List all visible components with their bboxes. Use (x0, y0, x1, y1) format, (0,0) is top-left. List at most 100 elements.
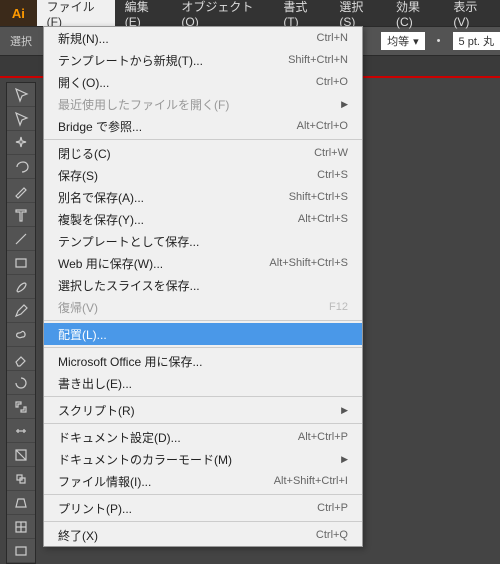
tool-line[interactable] (7, 227, 35, 251)
chevron-down-icon: ▾ (413, 35, 419, 48)
menuitem-shortcut: Ctrl+W (314, 147, 348, 159)
tool-magic-wand[interactable] (7, 131, 35, 155)
menuitem-shortcut: F12 (329, 301, 348, 313)
tool-pen[interactable] (7, 179, 35, 203)
menuitem-shortcut: Ctrl+S (317, 169, 348, 181)
menuitem-配置[interactable]: 配置(L)... (44, 323, 362, 345)
tool-selection[interactable] (7, 83, 35, 107)
menuitem-shortcut: Alt+Ctrl+P (298, 431, 348, 443)
menuitem-テンプレートから新規[interactable]: テンプレートから新規(T)...Shift+Ctrl+N (44, 49, 362, 71)
tool-mesh[interactable] (7, 515, 35, 539)
menuitem-label: 新規(N)... (58, 30, 317, 47)
menuitem-label: Microsoft Office 用に保存... (58, 353, 348, 370)
menuitem-label: 保存(S) (58, 167, 317, 184)
menuitem-label: 書き出し(E)... (58, 375, 348, 392)
menuitem-label: 開く(O)... (58, 74, 316, 91)
tool-type[interactable] (7, 203, 35, 227)
chevron-right-icon: ▶ (341, 454, 348, 465)
align-select[interactable]: 均等▾ (381, 32, 425, 50)
menuitem-スクリプト[interactable]: スクリプト(R) ▶ (44, 399, 362, 421)
menu-separator (44, 139, 362, 140)
menu-separator (44, 423, 362, 424)
menuitem-label: ドキュメント設定(D)... (58, 429, 298, 446)
menu-選択[interactable]: 選択(S) (329, 0, 386, 26)
menuitem-書き出し[interactable]: 書き出し(E)... (44, 372, 362, 394)
menuitem-shortcut: Ctrl+Q (316, 529, 348, 541)
menuitem-プリント[interactable]: プリント(P)...Ctrl+P (44, 497, 362, 519)
menuitem-shortcut: Alt+Shift+Ctrl+S (269, 257, 348, 269)
menuitem-label: ファイル情報(I)... (58, 473, 274, 490)
tool-brush[interactable] (7, 275, 35, 299)
tool-scale[interactable] (7, 395, 35, 419)
menuitem-label: 閉じる(C) (58, 145, 314, 162)
menuitem-label: 選択したスライスを保存... (58, 277, 348, 294)
control-label: 選択 (10, 33, 32, 49)
file-menu-dropdown: 新規(N)...Ctrl+Nテンプレートから新規(T)...Shift+Ctrl… (43, 26, 363, 547)
menuitem-label: テンプレートから新規(T)... (58, 52, 288, 69)
menuitem-label: 別名で保存(A)... (58, 189, 289, 206)
menuitem-復帰: 復帰(V)F12 (44, 296, 362, 318)
menu-ファイル[interactable]: ファイル(F) (37, 0, 115, 26)
menuitem-Web用に保存[interactable]: Web 用に保存(W)...Alt+Shift+Ctrl+S (44, 252, 362, 274)
menu-separator (44, 347, 362, 348)
menuitem-shortcut: Ctrl+O (316, 76, 348, 88)
tool-blob-brush[interactable] (7, 323, 35, 347)
menuitem-label: 復帰(V) (58, 299, 329, 316)
stroke-select[interactable]: 5 pt. 丸 (453, 32, 500, 50)
chevron-right-icon: ▶ (341, 99, 348, 110)
menuitem-最近使用したファイルを開く: 最近使用したファイルを開く(F) ▶ (44, 93, 362, 115)
menu-オブジェクト[interactable]: オブジェクト(O) (171, 0, 273, 26)
menuitem-label: スクリプト(R) (58, 402, 335, 419)
tool-pencil[interactable] (7, 299, 35, 323)
app-logo: Ai (0, 0, 37, 26)
menuitem-開く[interactable]: 開く(O)...Ctrl+O (44, 71, 362, 93)
menuitem-新規[interactable]: 新規(N)...Ctrl+N (44, 27, 362, 49)
menuitem-shortcut: Alt+Ctrl+S (298, 213, 348, 225)
menu-書式[interactable]: 書式(T) (273, 0, 329, 26)
menuitem-label: 配置(L)... (58, 326, 348, 343)
menuitem-選択したスライスを保存[interactable]: 選択したスライスを保存... (44, 274, 362, 296)
menuitem-label: プリント(P)... (58, 500, 317, 517)
menuitem-shortcut: Ctrl+P (317, 502, 348, 514)
chevron-right-icon: ▶ (341, 405, 348, 416)
menu-表示[interactable]: 表示(V) (443, 0, 500, 26)
menu-separator (44, 396, 362, 397)
menuitem-Bridgeで参照[interactable]: Bridge で参照...Alt+Ctrl+O (44, 115, 362, 137)
menuitem-MicrosoftOffice用に保存[interactable]: Microsoft Office 用に保存... (44, 350, 362, 372)
tool-rectangle[interactable] (7, 251, 35, 275)
tool-lasso[interactable] (7, 155, 35, 179)
menu-編集[interactable]: 編集(E) (115, 0, 172, 26)
menuitem-label: ドキュメントのカラーモード(M) (58, 451, 335, 468)
menu-separator (44, 521, 362, 522)
menuitem-shortcut: Alt+Ctrl+O (297, 120, 348, 132)
tool-gradient[interactable] (7, 539, 35, 563)
tool-eraser[interactable] (7, 347, 35, 371)
tool-perspective[interactable] (7, 491, 35, 515)
menuitem-閉じる[interactable]: 閉じる(C)Ctrl+W (44, 142, 362, 164)
tool-rotate[interactable] (7, 371, 35, 395)
menuitem-別名で保存[interactable]: 別名で保存(A)...Shift+Ctrl+S (44, 186, 362, 208)
menuitem-終了[interactable]: 終了(X)Ctrl+Q (44, 524, 362, 546)
menuitem-label: Bridge で参照... (58, 118, 297, 135)
menu-効果[interactable]: 効果(C) (386, 0, 443, 26)
tool-width[interactable] (7, 419, 35, 443)
menu-separator (44, 494, 362, 495)
menuitem-label: テンプレートとして保存... (58, 233, 348, 250)
menubar: Ai ファイル(F)編集(E)オブジェクト(O)書式(T)選択(S)効果(C)表… (0, 0, 500, 26)
menuitem-shortcut: Shift+Ctrl+N (288, 54, 348, 66)
menuitem-複製を保存[interactable]: 複製を保存(Y)...Alt+Ctrl+S (44, 208, 362, 230)
menuitem-label: 終了(X) (58, 527, 316, 544)
menuitem-label: 最近使用したファイルを開く(F) (58, 96, 335, 113)
tool-direct-selection[interactable] (7, 107, 35, 131)
menuitem-保存[interactable]: 保存(S)Ctrl+S (44, 164, 362, 186)
tool-free-transform[interactable] (7, 443, 35, 467)
menuitem-label: 複製を保存(Y)... (58, 211, 298, 228)
tool-shape-builder[interactable] (7, 467, 35, 491)
menuitem-label: Web 用に保存(W)... (58, 255, 269, 272)
toolbar (6, 82, 36, 564)
menuitem-ドキュメントのカラーモード[interactable]: ドキュメントのカラーモード(M) ▶ (44, 448, 362, 470)
menuitem-shortcut: Shift+Ctrl+S (289, 191, 348, 203)
menuitem-ドキュメント設定[interactable]: ドキュメント設定(D)...Alt+Ctrl+P (44, 426, 362, 448)
menuitem-ファイル情報[interactable]: ファイル情報(I)...Alt+Shift+Ctrl+I (44, 470, 362, 492)
menuitem-テンプレートとして保存[interactable]: テンプレートとして保存... (44, 230, 362, 252)
